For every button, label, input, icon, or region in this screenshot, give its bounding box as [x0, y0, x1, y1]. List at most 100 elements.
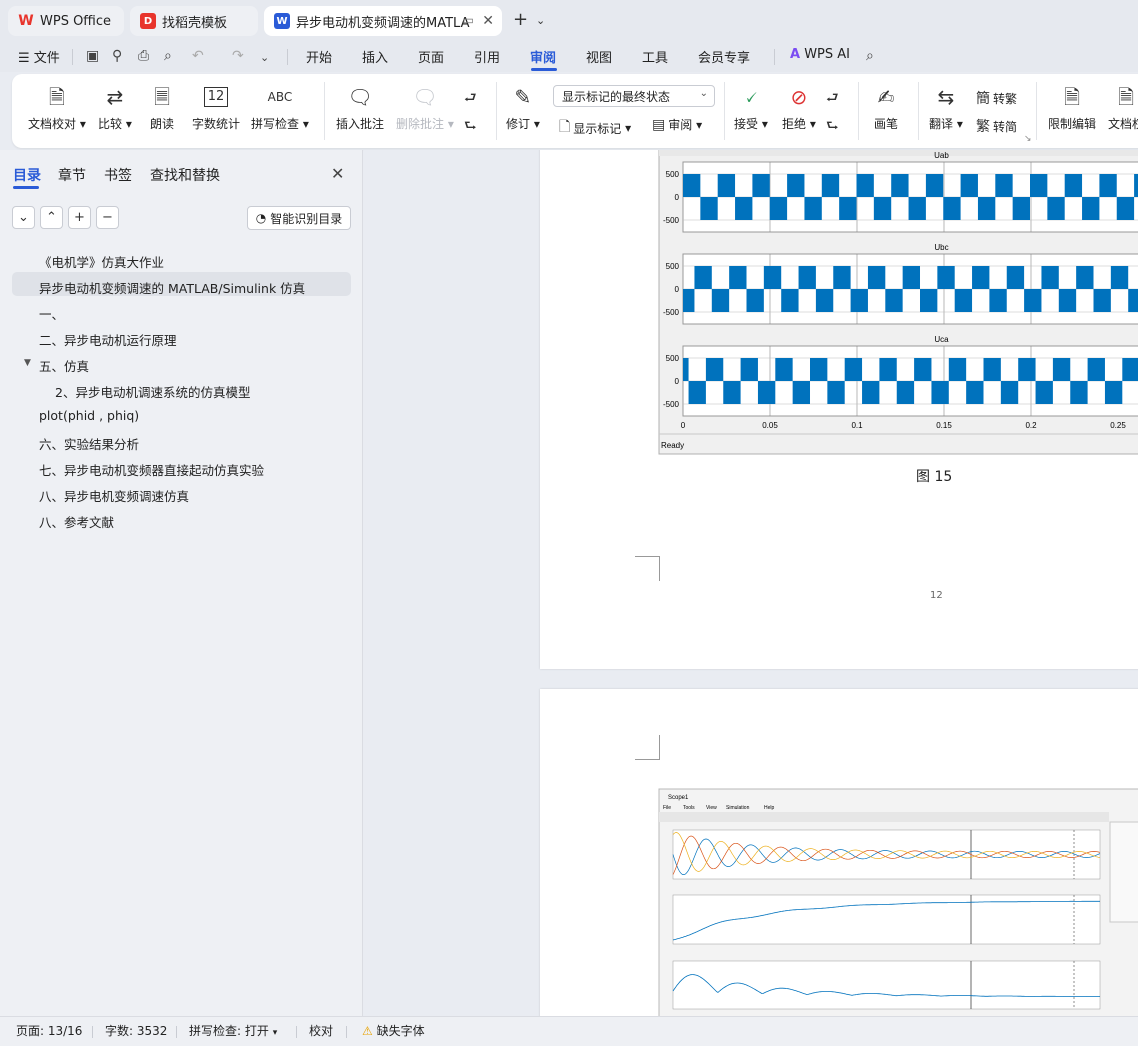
toc-item-selected[interactable]: 异步电动机变频调速的 MATLAB/Simulink 仿真: [39, 278, 305, 297]
toc-item[interactable]: 二、异步电动机运行原理: [39, 330, 177, 349]
toc-item[interactable]: 八、参考文献: [39, 512, 114, 531]
menu-references[interactable]: 引用: [474, 47, 500, 66]
waveform-block: [798, 266, 816, 289]
insert-comment-button[interactable]: 🗨 插入批注: [336, 84, 384, 132]
add-heading-button[interactable]: +: [68, 206, 91, 229]
reject-button[interactable]: ⊘ 拒绝 ▾: [782, 84, 816, 132]
spell-check-icon: ABC: [267, 90, 293, 104]
scope1-menu-item: View: [706, 805, 717, 811]
scope1-axes: [672, 829, 1101, 880]
wps-ai-button[interactable]: A WPS AI: [790, 47, 850, 62]
smart-toc-button[interactable]: ◔ 智能识别目录: [247, 206, 351, 230]
proofread-status[interactable]: 校对: [309, 1022, 333, 1039]
y-tick-label: 500: [666, 262, 680, 271]
doc-permission-button[interactable]: 🗎 文档权: [1108, 84, 1138, 132]
nav-tab-find-replace[interactable]: 查找和替换: [150, 165, 220, 185]
nav-tab-toc[interactable]: 目录: [13, 165, 41, 185]
restrict-edit-label: 限制编辑: [1048, 117, 1097, 131]
tab-wps-office[interactable]: W WPS Office: [8, 6, 124, 36]
monitor-icon[interactable]: ▭: [463, 13, 474, 27]
toc-item[interactable]: 《电机学》仿真大作业: [39, 252, 164, 271]
close-icon[interactable]: ✕: [331, 164, 344, 183]
waveform-block: [850, 289, 868, 312]
redo-icon[interactable]: ↷: [232, 48, 244, 64]
waveform-block: [1122, 358, 1138, 381]
waveform-block: [925, 174, 944, 197]
waveform-block: [943, 197, 961, 220]
traditional-icon: 簡: [976, 91, 990, 107]
toc-item[interactable]: 六、实验结果分析: [39, 434, 139, 453]
new-tab-button[interactable]: +: [513, 9, 528, 30]
menu-insert[interactable]: 插入: [362, 47, 388, 66]
previous-change-icon[interactable]: ⮐: [826, 87, 842, 111]
undo-icon[interactable]: ↶: [192, 48, 204, 64]
save-icon[interactable]: ▣: [86, 48, 99, 64]
print-icon[interactable]: ⎙: [138, 48, 149, 64]
menu-tools[interactable]: 工具: [642, 47, 668, 66]
delete-comment-button[interactable]: 🗨 删除批注 ▾: [396, 84, 454, 132]
waveform-block: [833, 266, 851, 289]
spell-check-button[interactable]: ABC 拼写检查 ▾: [251, 84, 309, 132]
print-preview-icon[interactable]: ⌕: [164, 48, 172, 64]
x-tick-label: 0.2: [1025, 421, 1037, 430]
wps-ai-icon: A: [790, 47, 801, 62]
remove-heading-button[interactable]: −: [96, 206, 119, 229]
menu-page[interactable]: 页面: [418, 47, 444, 66]
spell-check-status[interactable]: 拼写检查: 打开 ▾: [189, 1022, 277, 1039]
to-simplified-button[interactable]: 繁 转简: [976, 116, 1017, 136]
nav-tab-sections[interactable]: 章节: [58, 165, 86, 185]
search-icon[interactable]: ⌕: [866, 48, 874, 64]
missing-font-label: 缺失字体: [376, 1024, 425, 1038]
revise-button[interactable]: ✎ 修订 ▾: [506, 84, 540, 132]
expanded-caret-icon[interactable]: ▼: [24, 358, 31, 368]
to-traditional-button[interactable]: 簡 转繁: [976, 88, 1017, 108]
missing-font-status[interactable]: ⚠ 缺失字体: [362, 1022, 425, 1039]
review-pane-button[interactable]: ▤ 审阅 ▾: [652, 116, 702, 133]
previous-comment-icon[interactable]: ⮐: [464, 87, 480, 111]
chevron-down-icon[interactable]: ⌄: [536, 14, 545, 27]
toc-item[interactable]: 一、: [39, 304, 64, 323]
word-count-status[interactable]: 字数: 3532: [105, 1022, 167, 1039]
waveform-block: [1070, 381, 1088, 404]
menu-review[interactable]: 审阅: [530, 47, 556, 66]
markup-display-select[interactable]: 显示标记的最终状态 ⌄: [553, 85, 715, 107]
read-aloud-button[interactable]: 🗏 朗读: [150, 84, 174, 132]
waveform-block: [839, 197, 857, 220]
accept-button[interactable]: 🗸 接受 ▾: [734, 84, 768, 132]
restrict-edit-button[interactable]: 🗎 限制编辑: [1048, 84, 1096, 132]
doc-check-button[interactable]: 🗎 文档校对 ▾: [28, 84, 86, 132]
pen-button[interactable]: ✍ 画笔: [874, 84, 898, 132]
translate-button[interactable]: ⇆ 翻译 ▾: [929, 84, 963, 132]
word-count-button[interactable]: 12 字数统计: [192, 84, 240, 132]
menu-membership[interactable]: 会员专享: [698, 47, 750, 66]
tab-docer-templates[interactable]: D 找稻壳模板: [130, 6, 258, 36]
nav-tab-bookmarks[interactable]: 书签: [104, 165, 132, 185]
toc-item[interactable]: plot(phid , phiq): [39, 408, 139, 423]
divider: [1036, 82, 1037, 140]
toc-item[interactable]: 八、异步电机变频调速仿真: [39, 486, 189, 505]
file-menu[interactable]: ☰ 文件: [18, 47, 60, 66]
waveform-block: [815, 289, 834, 312]
close-icon[interactable]: ✕: [482, 13, 494, 29]
doc-check-label: 文档校对: [28, 117, 77, 131]
show-markup-button[interactable]: 🗋 显示标记 ▾: [559, 116, 631, 140]
share-icon[interactable]: ⚲: [112, 48, 122, 64]
tab-current-document[interactable]: W 异步电动机变频调速的MATLA ▭ ✕: [264, 6, 502, 36]
menu-home[interactable]: 开始: [306, 47, 332, 66]
page-indicator[interactable]: 页面: 13/16: [16, 1022, 82, 1039]
collapse-up-button[interactable]: ⌃: [40, 206, 63, 229]
review-ribbon: 🗎 文档校对 ▾ ⇄ 比较 ▾ 🗏 朗读 12 字数统计 ABC 拼写检查 ▾ …: [12, 74, 1138, 148]
toc-item[interactable]: 2、异步电动机调速系统的仿真模型: [55, 382, 250, 401]
compare-button[interactable]: ⇄ 比较 ▾: [98, 84, 132, 132]
menu-view[interactable]: 视图: [586, 47, 612, 66]
expand-group-icon[interactable]: ↘: [1024, 134, 1032, 144]
toc-item[interactable]: 七、异步电动机变频器直接起动仿真实验: [39, 460, 264, 479]
chevron-down-icon[interactable]: ⌄: [260, 51, 269, 64]
toc-item[interactable]: 五、仿真: [39, 356, 89, 375]
next-change-icon[interactable]: ⮑: [826, 115, 842, 139]
expand-down-button[interactable]: ⌄: [12, 206, 35, 229]
scope1-menu-item: File: [663, 805, 671, 811]
next-comment-icon[interactable]: ⮑: [464, 115, 480, 139]
document-canvas[interactable]: Uab 500 0 -500 Ubc 500 0 -500 Uca 500 0 -500 0 0.05 0.…: [364, 150, 1138, 1016]
waveform-block: [1093, 289, 1111, 312]
